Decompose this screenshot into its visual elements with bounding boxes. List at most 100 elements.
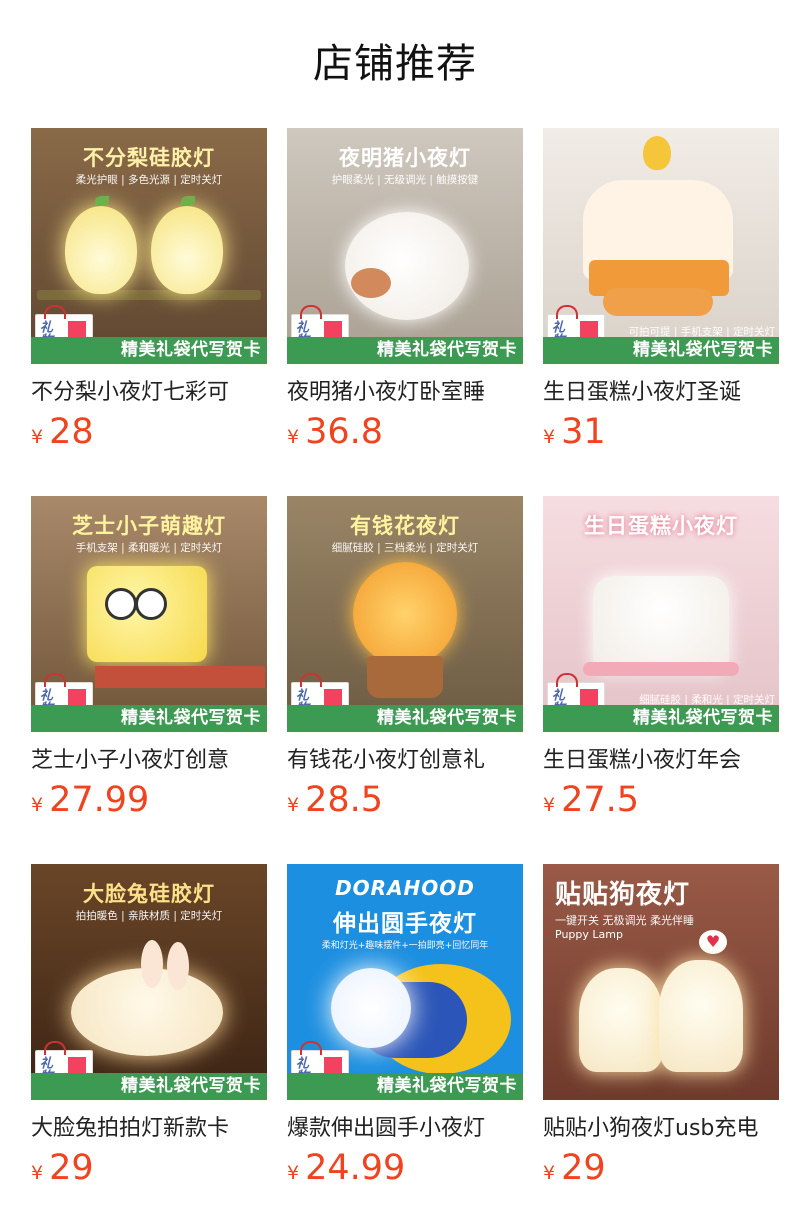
product-name[interactable]: 大脸兔拍拍灯新款卡 [31, 1114, 267, 1144]
product-price: ¥29 [31, 1148, 267, 1188]
currency-symbol: ¥ [543, 426, 556, 448]
leaf-icon [181, 196, 195, 206]
image-subtext: 柔光护眼 | 多色光源 | 定时关灯 [75, 174, 223, 186]
flower-lamp [353, 562, 457, 666]
promo-banner: 精美礼袋代写贺卡 [31, 1073, 267, 1100]
product-card[interactable]: 大脸兔硅胶灯 拍拍暖色 | 亲肤材质 | 定时关灯 礼物 精美礼袋代写贺卡 大脸… [31, 864, 267, 1188]
cake-plate [583, 662, 739, 676]
product-image[interactable]: 芝士小子萌趣灯 手机支架 | 柔和暖光 | 定时关灯 礼物 精美礼袋代写贺卡 [31, 496, 267, 732]
price-value: 28.5 [305, 780, 384, 820]
flower-pot [367, 656, 443, 698]
price-value: 27.99 [49, 780, 150, 820]
product-price: ¥31 [543, 412, 779, 452]
pig-snout [351, 268, 391, 298]
currency-symbol: ¥ [287, 1162, 300, 1184]
candle-flame [643, 136, 671, 170]
pear-lamp-right [151, 206, 223, 294]
bunny-ear [167, 942, 189, 990]
tagline: Puppy Lamp [555, 928, 623, 941]
book-stack [95, 666, 265, 688]
image-headline: 不分梨硅胶灯 [83, 146, 215, 170]
product-price: ¥24.99 [287, 1148, 523, 1188]
product-price: ¥27.5 [543, 780, 779, 820]
cheese-eye [135, 588, 167, 620]
product-image[interactable]: 可拍可提 | 手机支架 | 定时关灯 礼物 精美礼袋代写贺卡 [543, 128, 779, 364]
image-headline: 有钱花夜灯 [350, 514, 460, 538]
heart-icon: ♥ [699, 930, 727, 954]
image-subtext: 一键开关 无极调光 柔光伴睡 [555, 914, 694, 927]
image-headline: 伸出圆手夜灯 [333, 911, 477, 937]
product-card[interactable]: 有钱花夜灯 细腻硅胶 | 三档柔光 | 定时关灯 礼物 精美礼袋代写贺卡 有钱花… [287, 496, 523, 820]
image-headline: 夜明猪小夜灯 [339, 146, 471, 170]
cheese-eye [105, 588, 137, 620]
price-value: 29 [49, 1148, 94, 1188]
product-image[interactable]: 不分梨硅胶灯 柔光护眼 | 多色光源 | 定时关灯 礼物 精美礼袋代写贺卡 [31, 128, 267, 364]
product-card[interactable]: 芝士小子萌趣灯 手机支架 | 柔和暖光 | 定时关灯 礼物 精美礼袋代写贺卡 芝… [31, 496, 267, 820]
image-subtext: 细腻硅胶 | 三档柔光 | 定时关灯 [331, 542, 479, 554]
image-subtext: 拍拍暖色 | 亲肤材质 | 定时关灯 [75, 910, 223, 922]
promo-banner: 精美礼袋代写贺卡 [31, 705, 267, 732]
product-name[interactable]: 芝士小子小夜灯创意 [31, 746, 267, 776]
product-image[interactable]: DORAHOOD 伸出圆手夜灯 柔和灯光+趣味摆件+一拍即亮+回忆同年 礼物 精… [287, 864, 523, 1100]
product-name[interactable]: 夜明猪小夜灯卧室睡 [287, 378, 523, 408]
product-card[interactable]: DORAHOOD 伸出圆手夜灯 柔和灯光+趣味摆件+一拍即亮+回忆同年 礼物 精… [287, 864, 523, 1188]
currency-symbol: ¥ [287, 426, 300, 448]
glow-ball [331, 968, 411, 1048]
product-name[interactable]: 爆款伸出圆手小夜灯 [287, 1114, 523, 1144]
dog-lamp-left [579, 968, 663, 1072]
product-price: ¥27.99 [31, 780, 267, 820]
product-name[interactable]: 有钱花小夜灯创意礼 [287, 746, 523, 776]
cake-lamp [593, 576, 729, 672]
promo-banner: 精美礼袋代写贺卡 [543, 337, 779, 364]
product-image[interactable]: 生日蛋糕小夜灯 细腻硅胶 | 柔和光 | 定时关灯 礼物 精美礼袋代写贺卡 [543, 496, 779, 732]
promo-banner: 精美礼袋代写贺卡 [287, 1073, 523, 1100]
pig-lamp [345, 212, 469, 320]
price-value: 36.8 [305, 412, 384, 452]
price-value: 28 [49, 412, 94, 452]
swing-bar [37, 290, 261, 300]
pear-lamp-left [65, 206, 137, 294]
currency-symbol: ¥ [31, 426, 44, 448]
image-subtext: 手机支架 | 柔和暖光 | 定时关灯 [75, 542, 223, 554]
image-subtext: 护眼柔光 | 无级调光 | 触摸按键 [331, 174, 479, 186]
product-name[interactable]: 生日蛋糕小夜灯年会 [543, 746, 779, 776]
currency-symbol: ¥ [31, 1162, 44, 1184]
product-price: ¥36.8 [287, 412, 523, 452]
product-image[interactable]: 大脸兔硅胶灯 拍拍暖色 | 亲肤材质 | 定时关灯 礼物 精美礼袋代写贺卡 [31, 864, 267, 1100]
product-price: ¥28 [31, 412, 267, 452]
product-card[interactable]: 夜明猪小夜灯 护眼柔光 | 无级调光 | 触摸按键 礼物 精美礼袋代写贺卡 夜明… [287, 128, 523, 452]
currency-symbol: ¥ [543, 794, 556, 816]
image-headline: 大脸兔硅胶灯 [83, 882, 215, 906]
product-price: ¥29 [543, 1148, 779, 1188]
promo-banner: 精美礼袋代写贺卡 [287, 337, 523, 364]
product-name[interactable]: 生日蛋糕小夜灯圣诞 [543, 378, 779, 408]
promo-banner: 精美礼袋代写贺卡 [287, 705, 523, 732]
brand-logo: DORAHOOD [335, 876, 475, 900]
price-value: 24.99 [305, 1148, 406, 1188]
price-value: 31 [561, 412, 606, 452]
image-subtext: 柔和灯光+趣味摆件+一拍即亮+回忆同年 [321, 941, 489, 951]
currency-symbol: ¥ [287, 794, 300, 816]
product-card[interactable]: 不分梨硅胶灯 柔光护眼 | 多色光源 | 定时关灯 礼物 精美礼袋代写贺卡 不分… [31, 128, 267, 452]
price-value: 29 [561, 1148, 606, 1188]
product-image[interactable]: 有钱花夜灯 细腻硅胶 | 三档柔光 | 定时关灯 礼物 精美礼袋代写贺卡 [287, 496, 523, 732]
image-headline: 贴贴狗夜灯 [555, 880, 691, 910]
promo-banner: 精美礼袋代写贺卡 [31, 337, 267, 364]
product-image[interactable]: 贴贴狗夜灯 一键开关 无极调光 柔光伴睡 Puppy Lamp ♥ [543, 864, 779, 1100]
product-card[interactable]: 可拍可提 | 手机支架 | 定时关灯 礼物 精美礼袋代写贺卡 生日蛋糕小夜灯圣诞… [543, 128, 779, 452]
promo-banner: 精美礼袋代写贺卡 [543, 705, 779, 732]
currency-symbol: ¥ [31, 794, 44, 816]
price-value: 27.5 [561, 780, 640, 820]
product-card[interactable]: 贴贴狗夜灯 一键开关 无极调光 柔光伴睡 Puppy Lamp ♥ 贴贴小狗夜灯… [543, 864, 779, 1188]
image-headline: 生日蛋糕小夜灯 [584, 514, 738, 538]
product-card[interactable]: 生日蛋糕小夜灯 细腻硅胶 | 柔和光 | 定时关灯 礼物 精美礼袋代写贺卡 生日… [543, 496, 779, 820]
product-image[interactable]: 夜明猪小夜灯 护眼柔光 | 无级调光 | 触摸按键 礼物 精美礼袋代写贺卡 [287, 128, 523, 364]
image-headline: 芝士小子萌趣灯 [72, 514, 226, 538]
cake-feet [603, 288, 713, 316]
dog-lamp-right [659, 960, 743, 1072]
bunny-ear [141, 940, 163, 988]
product-name[interactable]: 贴贴小狗夜灯usb充电 [543, 1114, 779, 1144]
leaf-icon [95, 196, 109, 206]
product-price: ¥28.5 [287, 780, 523, 820]
product-name[interactable]: 不分梨小夜灯七彩可 [31, 378, 267, 408]
